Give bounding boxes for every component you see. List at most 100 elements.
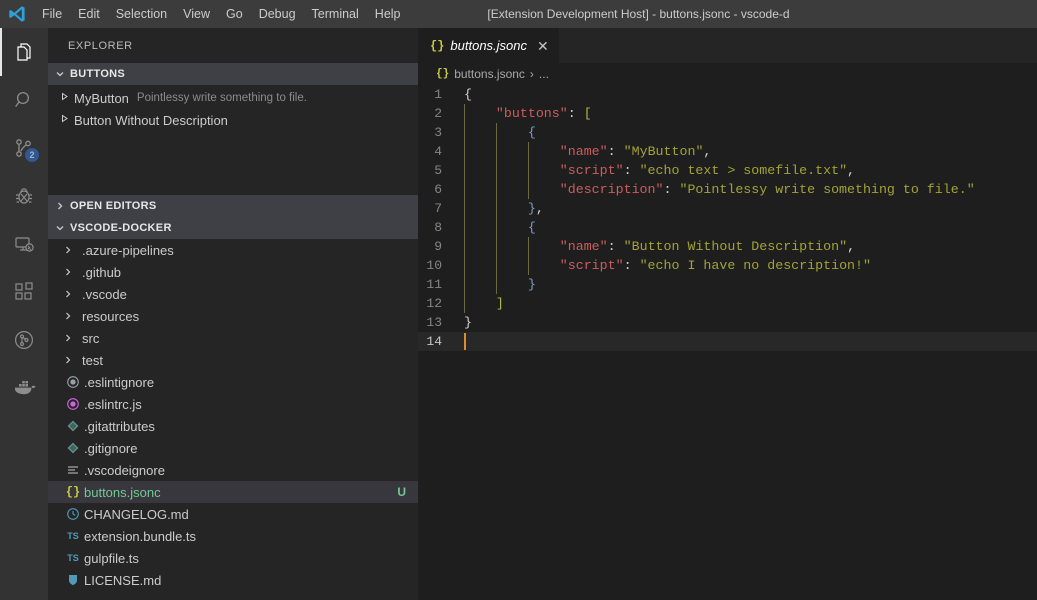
- tree-row[interactable]: src: [48, 327, 418, 349]
- indent-guide: [496, 256, 498, 275]
- code-line-text: {: [464, 218, 1037, 237]
- code-line[interactable]: 6 "description": "Pointlessy write somet…: [418, 180, 1037, 199]
- pane-header-workspace[interactable]: VSCODE-DOCKER: [48, 217, 418, 239]
- menu-help[interactable]: Help: [367, 3, 409, 25]
- activity-bar: 2: [0, 28, 48, 600]
- tree-row[interactable]: CHANGELOG.md: [48, 503, 418, 525]
- activity-item-gitlens[interactable]: [0, 316, 48, 364]
- code-token-punct: :: [567, 106, 584, 121]
- breadcrumb-file[interactable]: buttons.jsonc: [454, 67, 525, 81]
- menu-file[interactable]: File: [34, 3, 70, 25]
- tree-row[interactable]: .gitignore: [48, 437, 418, 459]
- tree-row[interactable]: test: [48, 349, 418, 371]
- code-line-text: [464, 332, 1037, 351]
- tree-row[interactable]: .vscode: [48, 283, 418, 305]
- menu-edit[interactable]: Edit: [70, 3, 108, 25]
- typescript-icon: TS: [67, 553, 79, 563]
- indent-guide: [464, 294, 465, 313]
- code-line[interactable]: 3 {: [418, 123, 1037, 142]
- tree-row[interactable]: .azure-pipelines: [48, 239, 418, 261]
- activity-item-debug[interactable]: [0, 172, 48, 220]
- code-token-punct: [464, 163, 560, 178]
- code-line[interactable]: 1{: [418, 85, 1037, 104]
- indent-guide: [464, 237, 465, 256]
- code-line[interactable]: 11 }: [418, 275, 1037, 294]
- code-token-str: "echo text > somefile.txt": [639, 163, 848, 178]
- code-line-text: "script": "echo I have no description!": [464, 256, 1037, 275]
- tree-row[interactable]: TS gulpfile.ts: [48, 547, 418, 569]
- pane-header-buttons[interactable]: BUTTONS: [48, 63, 418, 85]
- chevron-down-icon: [52, 66, 68, 82]
- line-number: 3: [434, 125, 442, 140]
- tree-row[interactable]: .vscodeignore: [48, 459, 418, 481]
- line-number: 5: [434, 163, 442, 178]
- tree-row[interactable]: .github: [48, 261, 418, 283]
- editor-group: {} buttons.jsonc ✕ {} buttons.jsonc › ..…: [418, 28, 1037, 600]
- list-item[interactable]: MyButton Pointlessy write something to f…: [48, 87, 418, 109]
- tree-row[interactable]: TS extension.bundle.ts: [48, 525, 418, 547]
- code-token-key: "script": [559, 163, 624, 178]
- tab-buttons-jsonc[interactable]: {} buttons.jsonc ✕: [418, 28, 560, 63]
- activity-item-remote-explorer[interactable]: [0, 220, 48, 268]
- tree-row[interactable]: LICENSE.md: [48, 569, 418, 591]
- menu-selection[interactable]: Selection: [108, 3, 175, 25]
- code-line[interactable]: 10 "script": "echo I have no description…: [418, 256, 1037, 275]
- code-line[interactable]: 14: [418, 332, 1037, 351]
- typescript-icon: TS: [67, 531, 79, 541]
- menu-go[interactable]: Go: [218, 3, 251, 25]
- git-diamond-icon: [62, 419, 84, 433]
- code-line[interactable]: 8 {: [418, 218, 1037, 237]
- code-line[interactable]: 4 "name": "MyButton",: [418, 142, 1037, 161]
- activity-item-source-control[interactable]: 2: [0, 124, 48, 172]
- chevron-down-icon: [52, 220, 68, 236]
- activity-item-extensions[interactable]: [0, 268, 48, 316]
- menu-view[interactable]: View: [175, 3, 218, 25]
- code-token-str: "Pointlessy write something to file.": [679, 182, 975, 197]
- code-token-key: "name": [559, 144, 608, 159]
- close-icon[interactable]: ✕: [537, 39, 549, 53]
- code-token-b2: [: [583, 106, 592, 121]
- triangle-right-icon: [60, 114, 74, 126]
- code-token-str: "echo I have no description!": [639, 258, 871, 273]
- code-token-b2: ]: [495, 296, 504, 311]
- code-line[interactable]: 13}: [418, 313, 1037, 332]
- workbench-body: 2 EXPLORER BUTTONS MyButton Pointlessy w…: [0, 28, 1037, 600]
- code-token-b3: {: [527, 220, 536, 235]
- menu-debug[interactable]: Debug: [251, 3, 304, 25]
- vscode-window: File Edit Selection View Go Debug Termin…: [0, 0, 1037, 600]
- code-line-text: "script": "echo text > somefile.txt",: [464, 161, 1037, 180]
- code-token-punct: :: [623, 163, 640, 178]
- clock-icon: [62, 507, 84, 521]
- code-line[interactable]: 7 },: [418, 199, 1037, 218]
- tree-row-label: .azure-pipelines: [82, 242, 174, 258]
- tree-row[interactable]: resources: [48, 305, 418, 327]
- code-line[interactable]: 5 "script": "echo text > somefile.txt",: [418, 161, 1037, 180]
- tree-row[interactable]: .eslintignore: [48, 371, 418, 393]
- docker-whale-icon: [11, 375, 37, 401]
- menu-terminal[interactable]: Terminal: [304, 3, 367, 25]
- indent-guide: [464, 104, 465, 123]
- pane-header-open-editors[interactable]: OPEN EDITORS: [48, 195, 418, 217]
- tree-row-label: resources: [82, 308, 140, 324]
- code-line[interactable]: 2 "buttons": [: [418, 104, 1037, 123]
- code-line-text: }: [464, 275, 1037, 294]
- code-token-punct: ,: [847, 239, 856, 254]
- activity-item-search[interactable]: [0, 76, 48, 124]
- list-item[interactable]: Button Without Description: [48, 109, 418, 131]
- indent-guide: [464, 142, 465, 161]
- tree-row-label: .eslintignore: [84, 374, 155, 390]
- button-name: MyButton: [74, 90, 129, 106]
- activity-item-explorer[interactable]: [0, 28, 48, 76]
- code-line-text: "buttons": [: [464, 104, 1037, 123]
- breadcrumb-tail[interactable]: ...: [539, 67, 549, 81]
- tree-row[interactable]: .gitattributes: [48, 415, 418, 437]
- tree-row[interactable]: {} buttons.jsonc U: [48, 481, 418, 503]
- code-line[interactable]: 12 ]: [418, 294, 1037, 313]
- indent-guide: [528, 161, 530, 180]
- code-editor[interactable]: 1{2 "buttons": [3 {4 "name": "MyButton",…: [418, 85, 1037, 600]
- activity-item-docker[interactable]: [0, 364, 48, 412]
- code-line[interactable]: 9 "name": "Button Without Description",: [418, 237, 1037, 256]
- file-tree: .azure-pipelines .github .vscode resources s…: [48, 239, 418, 600]
- remote-screen-icon: [12, 232, 36, 256]
- tree-row[interactable]: .eslintrc.js: [48, 393, 418, 415]
